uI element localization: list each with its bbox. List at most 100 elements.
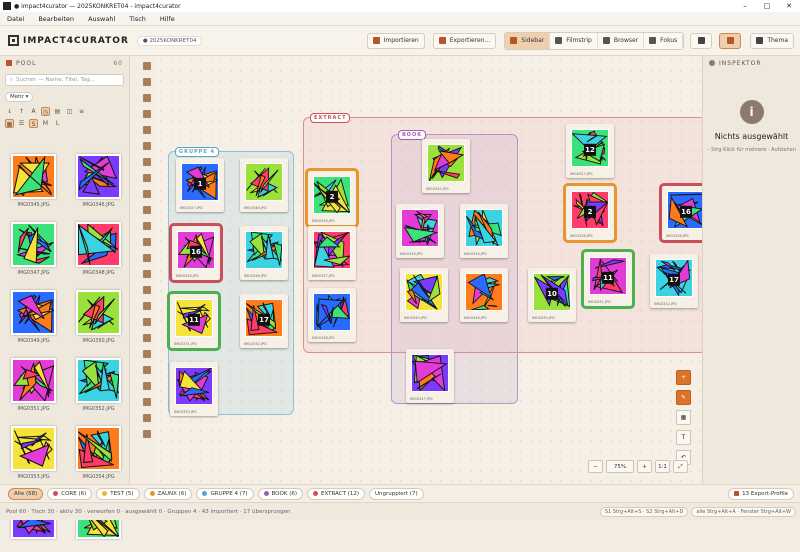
canvas-card[interactable]: IMG0332.JPG 17: [650, 254, 698, 308]
canvas-card[interactable]: IMG0346.JPG: [240, 158, 288, 212]
view-sidebar-button[interactable]: Sidebar: [505, 32, 551, 49]
sort-group-icon[interactable]: ◫: [65, 107, 74, 116]
pool-thumbnail[interactable]: IMG0347.JPG: [4, 212, 63, 280]
pool-thumbnail[interactable]: IMG0352.JPG: [69, 348, 128, 416]
import-button[interactable]: Importieren: [366, 32, 425, 49]
zoom-in-tool-icon[interactable]: [143, 94, 151, 102]
cursor-tool-icon[interactable]: [143, 398, 151, 406]
canvas-card[interactable]: IMG0327.JPG 12: [566, 124, 614, 178]
canvas-card[interactable]: IMG0344.JPG: [460, 204, 508, 258]
filter-chip[interactable]: ZAUNX (6): [143, 487, 193, 500]
pool-thumbnail[interactable]: IMG0353.JPG: [4, 416, 63, 484]
pool-thumbnail[interactable]: IMG0349.JPG: [4, 280, 63, 348]
size-s-button[interactable]: S: [29, 119, 38, 128]
view-browser-button[interactable]: Browser: [597, 32, 645, 49]
menu-hilfe[interactable]: Hilfe: [153, 15, 182, 23]
zoom-one-to-one-button[interactable]: 1:1: [655, 460, 670, 473]
view-focus-button[interactable]: Fokus: [644, 32, 684, 49]
pool-thumbnail[interactable]: IMG0348.JPG: [69, 212, 128, 280]
filter-chip[interactable]: TEST (5): [96, 487, 140, 500]
align-middle-tool-icon[interactable]: [143, 254, 151, 262]
menu-auswahl[interactable]: Auswahl: [81, 15, 122, 23]
canvas-card[interactable]: IMG0343.JPG: [396, 204, 444, 258]
view-filmstrip-button[interactable]: Filmstrip: [550, 32, 598, 49]
add-icon[interactable]: +: [676, 370, 691, 385]
theme-button[interactable]: Thema: [750, 32, 794, 49]
grid-view-icon[interactable]: ▦: [5, 119, 14, 128]
distribute-tool-icon[interactable]: [143, 286, 151, 294]
pool-thumbnail[interactable]: IMG0351.JPG: [4, 348, 63, 416]
canvas-card[interactable]: IMG0347.JPG: [406, 349, 454, 403]
group-tag-gruppe-4[interactable]: GRUPPE 4: [175, 147, 219, 157]
sort-size-icon[interactable]: ▤: [53, 107, 62, 116]
zoom-out-icon[interactable]: −: [588, 460, 603, 473]
canvas-card[interactable]: IMG0345.JPG: [400, 268, 448, 322]
canvas-card[interactable]: IMG0338.JPG: [308, 288, 356, 342]
brush-icon[interactable]: ✎: [676, 390, 691, 405]
canvas-card[interactable]: IMG0333.JPG: [170, 362, 218, 416]
pin-tool-icon[interactable]: [143, 430, 151, 438]
magic-tool-icon[interactable]: [143, 414, 151, 422]
sort-name-icon[interactable]: A: [29, 107, 38, 116]
panel-toggle-button[interactable]: [719, 32, 742, 49]
export-button[interactable]: Exportieren...: [432, 32, 497, 49]
undo-tool-icon[interactable]: [143, 350, 151, 358]
canvas-card[interactable]: IMG0326.JPG 2: [563, 183, 617, 243]
zoom-in-icon[interactable]: +: [637, 460, 652, 473]
zoom-tool-icon[interactable]: [143, 78, 151, 86]
layers-tool-icon[interactable]: [143, 302, 151, 310]
canvas-card[interactable]: IMG0342.JPG: [422, 139, 470, 193]
align-right-tool-icon[interactable]: [143, 222, 151, 230]
maximize-icon[interactable]: □: [756, 2, 778, 10]
hand-tool-icon[interactable]: [143, 62, 151, 70]
filter-chip[interactable]: Alle (58): [8, 487, 44, 500]
sort-desc-icon[interactable]: ↑: [17, 107, 26, 116]
layout-button[interactable]: [690, 32, 713, 49]
checker-tool-icon[interactable]: [143, 142, 151, 150]
redo-tool-icon[interactable]: [143, 366, 151, 374]
menu-tisch[interactable]: Tisch: [122, 15, 153, 23]
frame-tool-icon[interactable]: [143, 126, 151, 134]
close-icon[interactable]: ✕: [778, 2, 800, 10]
pool-thumbnail[interactable]: IMG0354.JPG: [69, 416, 128, 484]
canvas-card[interactable]: IMG0326.JPG 2: [305, 168, 359, 228]
canvas-card[interactable]: IMG0328.JPG 16: [169, 223, 223, 283]
export-profiles-button[interactable]: 13 Export-Profile: [728, 487, 794, 500]
canvas-card[interactable]: IMG0346.JPG: [240, 226, 288, 280]
align-bottom-tool-icon[interactable]: [143, 270, 151, 278]
align-top-tool-icon[interactable]: [143, 238, 151, 246]
minimize-icon[interactable]: –: [734, 2, 756, 10]
zoom-level[interactable]: 75%: [606, 460, 634, 473]
tag-tool-icon[interactable]: [143, 382, 151, 390]
more-filters-button[interactable]: Mehr ▾: [5, 92, 34, 102]
project-chip[interactable]: ● 2025KONKRET04: [136, 35, 203, 46]
align-center-tool-icon[interactable]: [143, 206, 151, 214]
fit-screen-icon[interactable]: ⤢: [673, 460, 688, 473]
expand-tool-icon[interactable]: [143, 318, 151, 326]
menu-bearbeiten[interactable]: Bearbeiten: [31, 15, 81, 23]
sort-date-icon[interactable]: ◷: [41, 107, 50, 116]
pool-thumbnail[interactable]: IMG0346.JPG: [69, 144, 128, 212]
canvas-card[interactable]: IMG0331.JPG 11: [581, 249, 635, 309]
crop-tool-icon[interactable]: [143, 158, 151, 166]
grid-icon[interactable]: ▦: [676, 410, 691, 425]
zoom-out-tool-icon[interactable]: [143, 110, 151, 118]
filter-chip[interactable]: Ungruppiert (7): [369, 487, 424, 500]
filter-chip[interactable]: CORE (6): [47, 487, 93, 500]
canvas-card[interactable]: IMG0346.JPG: [460, 268, 508, 322]
filter-chip[interactable]: EXTRACT (12): [306, 487, 365, 500]
list-view-icon[interactable]: ☰: [17, 119, 26, 128]
pool-thumbnail[interactable]: IMG0345.JPG: [4, 144, 63, 212]
pen-tool-icon[interactable]: [143, 174, 151, 182]
canvas-card[interactable]: IMG0332.JPG 17: [240, 294, 288, 348]
trash-tool-icon[interactable]: [143, 334, 151, 342]
menu-datei[interactable]: Datei: [0, 15, 31, 23]
light-table-canvas[interactable]: GRUPPE 4 EXTRACT BOOK IMG0327.JPG 1 IMG034…: [156, 56, 702, 484]
filter-chip[interactable]: GRUPPE 4 (7): [196, 487, 254, 500]
canvas-card[interactable]: IMG0331.JPG 11: [167, 291, 221, 351]
canvas-card[interactable]: IMG0327.JPG 1: [176, 158, 224, 212]
pool-thumbnail[interactable]: IMG0350.JPG: [69, 280, 128, 348]
text-icon[interactable]: T: [676, 430, 691, 445]
sort-rating-icon[interactable]: ≡: [77, 107, 86, 116]
size-l-button[interactable]: L: [53, 119, 62, 128]
